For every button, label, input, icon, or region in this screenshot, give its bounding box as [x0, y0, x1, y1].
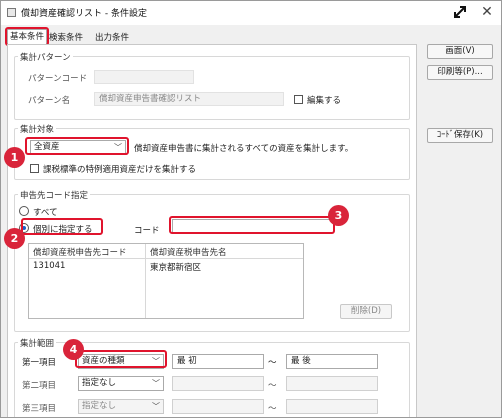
target-description: 償却資産申告書に集計されるすべての資産を集計します。 [134, 144, 354, 154]
individual-radio-highlight [21, 218, 103, 235]
pattern-group [14, 56, 410, 120]
delete-button[interactable]: 削除(D) [340, 304, 392, 319]
callout-badge-3: 3 [328, 205, 349, 226]
app-icon [7, 8, 16, 17]
close-icon[interactable]: ✕ [479, 4, 495, 20]
filing-group-label: 申告先コード指定 [18, 189, 91, 201]
pattern-group-label: 集計パターン [18, 51, 73, 63]
all-radio-label: すべて [33, 208, 58, 218]
taxation-label: 課税標準の特例適用資産だけを集計する [43, 165, 197, 175]
range-row-1-label: 第一項目 [22, 358, 57, 368]
code-save-button[interactable]: ｺｰﾄﾞ保存(K) [427, 128, 493, 143]
range-row-2-label: 第二項目 [22, 381, 57, 391]
range-row-3-from [172, 399, 264, 414]
edit-checkbox[interactable] [294, 95, 303, 104]
list-header-divider [29, 258, 303, 259]
callout-badge-4: 4 [63, 339, 84, 360]
range-row-2-select-value: 指定なし [82, 378, 117, 388]
callout-badge-2: 2 [4, 228, 25, 249]
list-row-code: 131041 [33, 261, 66, 271]
range-row-3-select[interactable]: 指定なし ﹀ [78, 399, 164, 414]
range-row-1-from[interactable]: 最 初 [172, 354, 264, 369]
pattern-name-field: 償却資産申告書確認リスト [94, 92, 284, 106]
pattern-code-label: パターンコード [28, 74, 88, 84]
tab-output-conditions[interactable]: 出力条件 [93, 31, 131, 45]
range-row-3-select-value: 指定なし [82, 401, 117, 411]
pattern-name-label: パターン名 [28, 96, 71, 106]
expand-arrows-icon[interactable] [449, 1, 471, 23]
range-row-2-tilde: ～ [268, 381, 277, 391]
print-button[interactable]: 印刷等(P)... [427, 65, 493, 80]
taxation-checkbox[interactable] [30, 164, 39, 173]
code-input-highlight [169, 216, 335, 234]
range-row-1-tilde: ～ [268, 358, 277, 368]
range-row-2-to [286, 376, 378, 391]
callout-badge-1: 1 [4, 147, 25, 168]
pattern-code-field [94, 70, 194, 84]
target-group-label: 集計対象 [18, 123, 57, 135]
list-header-name: 償却資産税申告先名 [150, 248, 227, 258]
title-bar: 償却資産確認リスト - 条件設定 ✕ [1, 1, 501, 25]
list-header-code: 償却資産税申告先コード [33, 248, 127, 258]
range-row-1-to[interactable]: 最 後 [286, 354, 378, 369]
tab-strip: 基本条件 検索条件 出力条件 [7, 29, 427, 45]
all-radio[interactable] [19, 206, 29, 216]
edit-label: 編集する [307, 96, 342, 106]
range-row-3-tilde: ～ [268, 404, 277, 414]
preview-button[interactable]: 画面(V) [427, 44, 493, 59]
window-title: 償却資産確認リスト - 条件設定 [21, 9, 147, 19]
tab-search-conditions[interactable]: 検索条件 [47, 31, 85, 45]
dialog-window: 償却資産確認リスト - 条件設定 ✕ 基本条件 検索条件 出力条件 画面(V) … [0, 0, 502, 418]
list-column-divider [145, 244, 146, 318]
target-select-highlight [25, 137, 129, 155]
chevron-down-icon: ﹀ [152, 379, 160, 388]
range-row-3-label: 第三項目 [22, 404, 57, 414]
range-group-label: 集計範囲 [18, 337, 57, 349]
code-label: コード [134, 226, 160, 236]
filing-list[interactable]: 償却資産税申告先コード 償却資産税申告先名 131041 東京都新宿区 [28, 243, 304, 319]
range-select-highlight [75, 350, 167, 368]
range-row-3-to [286, 399, 378, 414]
chevron-down-icon: ﹀ [152, 402, 160, 411]
list-row-name: 東京都新宿区 [150, 263, 202, 273]
range-row-2-select[interactable]: 指定なし ﹀ [78, 376, 164, 391]
range-row-2-from [172, 376, 264, 391]
